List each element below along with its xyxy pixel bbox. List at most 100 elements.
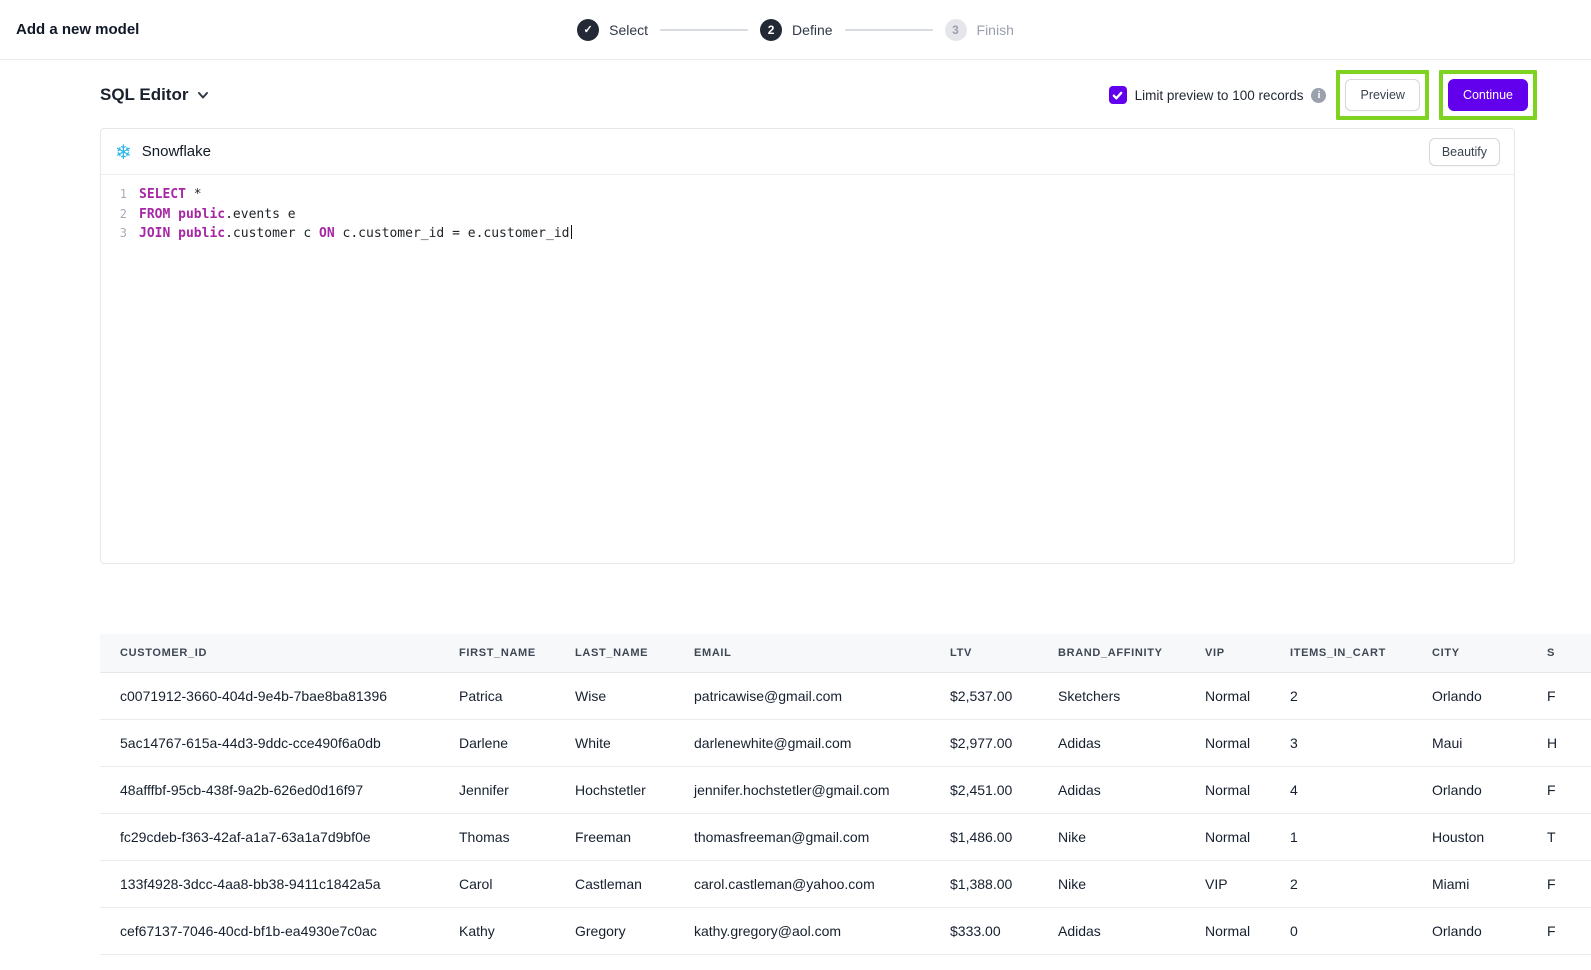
line-number: 3	[109, 224, 127, 244]
table-cell: Sketchers	[1038, 672, 1185, 719]
editor-toolbar: SQL Editor Limit preview to 100 records …	[0, 72, 1591, 118]
table-header: CUSTOMER_IDFIRST_NAMELAST_NAMEEMAILLTVBR…	[100, 634, 1591, 672]
column-header: ITEMS_IN_CART	[1270, 634, 1412, 672]
table-row: cef67137-7046-40cd-bf1b-ea4930e7c0acKath…	[100, 907, 1591, 954]
table-cell: Freeman	[555, 813, 674, 860]
table-cell: jennifer.hochstetler@gmail.com	[674, 766, 930, 813]
column-header: VIP	[1185, 634, 1270, 672]
table-cell: cef67137-7046-40cd-bf1b-ea4930e7c0ac	[100, 907, 439, 954]
table-cell: $333.00	[930, 907, 1038, 954]
step-done-check-icon: ✓	[577, 19, 599, 41]
snowflake-icon: ❄	[115, 142, 132, 162]
table-cell: 2	[1270, 860, 1412, 907]
table-row: c0071912-3660-404d-9e4b-7bae8ba81396Patr…	[100, 672, 1591, 719]
table-cell: F	[1527, 860, 1591, 907]
table-cell: Thomas	[439, 813, 555, 860]
sql-editor-dropdown[interactable]: SQL Editor	[100, 85, 209, 105]
info-icon[interactable]: i	[1311, 88, 1326, 103]
table-cell: darlenewhite@gmail.com	[674, 719, 930, 766]
chevron-down-icon	[197, 89, 209, 101]
annotation-box-continue: Continue	[1439, 70, 1537, 120]
table-row: fc29cdeb-f363-42af-a1a7-63a1a7d9bf0eThom…	[100, 813, 1591, 860]
table-cell: thomasfreeman@gmail.com	[674, 813, 930, 860]
table-cell: Normal	[1185, 907, 1270, 954]
table-cell: Adidas	[1038, 719, 1185, 766]
table-cell: Adidas	[1038, 907, 1185, 954]
column-header: BRAND_AFFINITY	[1038, 634, 1185, 672]
code-line[interactable]: 1 SELECT *	[101, 185, 1514, 205]
beautify-button[interactable]: Beautify	[1429, 138, 1500, 166]
limit-preview-checkbox[interactable]	[1109, 86, 1127, 104]
table-cell: fc29cdeb-f363-42af-a1a7-63a1a7d9bf0e	[100, 813, 439, 860]
step-number-3: 3	[945, 19, 967, 41]
step-label-define: Define	[792, 22, 832, 38]
table-cell: Jennifer	[439, 766, 555, 813]
preview-button[interactable]: Preview	[1345, 79, 1419, 111]
table-cell: Houston	[1412, 813, 1527, 860]
stepper-step-finish[interactable]: 3 Finish	[945, 19, 1014, 41]
stepper-step-select[interactable]: ✓ Select	[577, 19, 648, 41]
table-cell: Maui	[1412, 719, 1527, 766]
limit-preview-control[interactable]: Limit preview to 100 records i	[1109, 86, 1327, 104]
stepper-connector	[660, 29, 748, 31]
table-cell: $1,486.00	[930, 813, 1038, 860]
sql-editor-title: SQL Editor	[100, 85, 188, 105]
limit-preview-label: Limit preview to 100 records	[1135, 88, 1304, 103]
table-cell: Nike	[1038, 860, 1185, 907]
table-cell: Hochstetler	[555, 766, 674, 813]
table-cell: 2	[1270, 672, 1412, 719]
table-cell: VIP	[1185, 860, 1270, 907]
table-body: c0071912-3660-404d-9e4b-7bae8ba81396Patr…	[100, 672, 1591, 954]
table-cell: carol.castleman@yahoo.com	[674, 860, 930, 907]
editor-header: ❄ Snowflake Beautify	[101, 129, 1514, 175]
page-title: Add a new model	[16, 21, 139, 38]
table-cell: $2,537.00	[930, 672, 1038, 719]
stepper: ✓ Select 2 Define 3 Finish	[577, 19, 1014, 41]
text-cursor	[571, 225, 573, 239]
table-cell: Orlando	[1412, 907, 1527, 954]
continue-button[interactable]: Continue	[1448, 79, 1528, 111]
table-cell: Gregory	[555, 907, 674, 954]
table-cell: 48afffbf-95cb-438f-9a2b-626ed0d16f97	[100, 766, 439, 813]
code-line[interactable]: 3JOIN public.customer c ON c.customer_id…	[101, 224, 1514, 244]
column-header: CITY	[1412, 634, 1527, 672]
table-row: 133f4928-3dcc-4aa8-bb38-9411c1842a5aCaro…	[100, 860, 1591, 907]
table-row: 5ac14767-615a-44d3-9ddc-cce490f6a0dbDarl…	[100, 719, 1591, 766]
table-cell: Castleman	[555, 860, 674, 907]
table-cell: $1,388.00	[930, 860, 1038, 907]
connector-source: ❄ Snowflake	[115, 142, 211, 162]
step-number-2: 2	[760, 19, 782, 41]
table-cell: 1	[1270, 813, 1412, 860]
top-bar: Add a new model ✓ Select 2 Define 3 Fini…	[0, 0, 1591, 60]
table-cell: F	[1527, 907, 1591, 954]
table-cell: 5ac14767-615a-44d3-9ddc-cce490f6a0db	[100, 719, 439, 766]
line-number: 1	[109, 185, 127, 205]
table-cell: Carol	[439, 860, 555, 907]
table-cell: 0	[1270, 907, 1412, 954]
table-cell: Orlando	[1412, 672, 1527, 719]
code-line[interactable]: 2 FROM public.events e	[101, 205, 1514, 225]
table-cell: Normal	[1185, 719, 1270, 766]
table-cell: patricawise@gmail.com	[674, 672, 930, 719]
table-cell: Kathy	[439, 907, 555, 954]
table-cell: Adidas	[1038, 766, 1185, 813]
stepper-step-define[interactable]: 2 Define	[760, 19, 832, 41]
toolbar-right: Limit preview to 100 records i Preview C…	[1109, 70, 1537, 120]
table-cell: White	[555, 719, 674, 766]
code-text: FROM public.events e	[139, 205, 296, 225]
table-cell: Miami	[1412, 860, 1527, 907]
table-cell: Patrica	[439, 672, 555, 719]
column-header: LAST_NAME	[555, 634, 674, 672]
column-header: EMAIL	[674, 634, 930, 672]
line-number: 2	[109, 205, 127, 225]
table-cell: 3	[1270, 719, 1412, 766]
code-text: SELECT *	[139, 185, 202, 205]
table-cell: T	[1527, 813, 1591, 860]
source-name: Snowflake	[142, 143, 211, 160]
sql-code-editor[interactable]: 1 SELECT * 2 FROM public.events e3JOIN publ…	[101, 175, 1514, 563]
column-header: FIRST_NAME	[439, 634, 555, 672]
sql-editor-panel: ❄ Snowflake Beautify 1 SELECT * 2 FROM publ…	[100, 128, 1515, 564]
annotation-box-preview: Preview	[1336, 70, 1428, 120]
add-model-page: Add a new model ✓ Select 2 Define 3 Fini…	[0, 0, 1591, 955]
table-cell: Normal	[1185, 766, 1270, 813]
